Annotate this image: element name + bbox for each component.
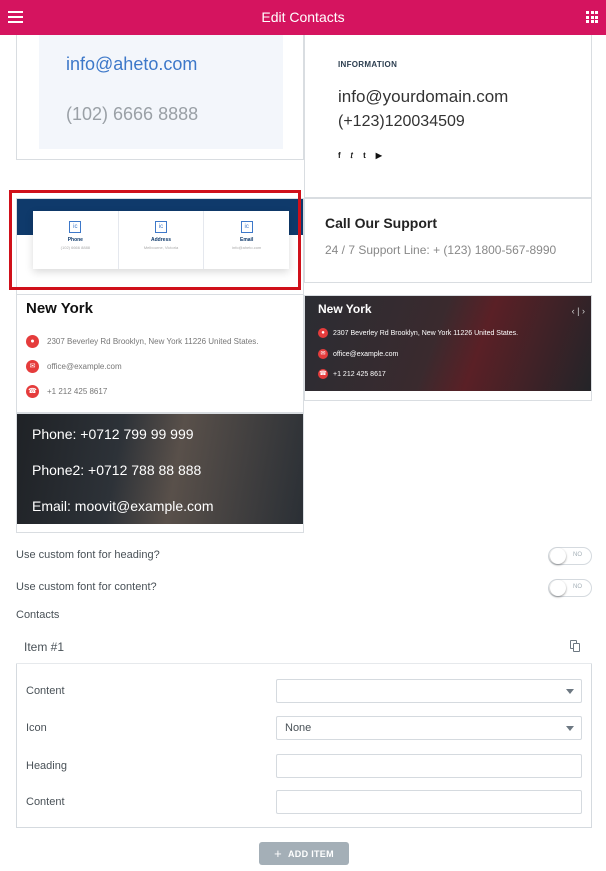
preview-address-row: ● 2307 Beverley Rd Brooklyn, New York 11… <box>26 335 259 348</box>
mail-icon: ✉ <box>318 349 328 359</box>
preview-column-address: ic Address Melbourne, Victoria <box>117 211 204 269</box>
contact-icon: ic <box>69 221 82 233</box>
icon-label: Icon <box>26 722 47 734</box>
content-type-label: Content <box>26 685 65 697</box>
layout-preview-6[interactable]: New York ‹ | › ● 2307 Beverley Rd Brookl… <box>304 295 592 401</box>
content-input[interactable] <box>276 790 582 814</box>
preview-heading: New York <box>26 300 93 317</box>
editor-header: Edit Contacts <box>0 0 606 35</box>
column-sub: (102) 6666 8888 <box>60 245 91 250</box>
preview-phone-row: ☎ +1 212 425 8617 <box>26 385 107 398</box>
layout-preview-5[interactable]: New York ● 2307 Beverley Rd Brooklyn, Ne… <box>16 295 304 413</box>
column-title: Phone <box>67 237 83 243</box>
preview-address: 2307 Beverley Rd Brooklyn, New York 1122… <box>333 329 519 337</box>
column-title: Address <box>151 237 172 243</box>
preview-contact-box: ic Phone (102) 6666 8888 ic Address Melb… <box>33 211 289 269</box>
preview-heading: Call Our Support <box>325 215 437 231</box>
custom-content-font-label: Use custom font for content? <box>16 581 157 593</box>
toggle-state: NO <box>573 552 582 558</box>
contacts-section-label: Contacts <box>16 609 60 621</box>
tumblr-icon: t <box>363 151 366 160</box>
icon-select[interactable]: None <box>276 716 582 740</box>
phone-icon: ☎ <box>26 385 39 398</box>
chevron-down-icon <box>566 726 574 731</box>
content-type-select[interactable] <box>276 679 582 703</box>
twitter-icon: 𝑡 <box>350 151 354 160</box>
preview-phone: Phone: +0712 799 99 999 <box>32 426 194 442</box>
custom-heading-font-toggle[interactable]: NO <box>548 547 592 565</box>
preview-email-row: ✉ office@example.com <box>26 360 122 373</box>
toggle-knob <box>550 548 566 564</box>
add-item-button[interactable]: + ADD ITEM <box>259 842 349 865</box>
column-title: Email <box>240 237 254 243</box>
preview-sub: 24 / 7 Support Line: + (123) 1800-567-89… <box>325 243 557 257</box>
location-icon: ● <box>318 328 328 338</box>
preview-address: 2307 Beverley Rd Brooklyn, New York 1122… <box>47 337 259 346</box>
slider-arrows-icon: ‹ | › <box>571 306 585 316</box>
preview-info-label: INFORMATION <box>338 60 398 69</box>
preview-email: office@example.com <box>333 350 399 358</box>
preview-heading: New York <box>318 302 372 316</box>
preview-email-row: ✉ office@example.com <box>318 349 398 359</box>
contact-icon: ic <box>240 221 253 233</box>
repeater-item-header[interactable]: Item #1 <box>16 630 592 664</box>
preview-email: Email: moovit@example.com <box>32 498 214 514</box>
contact-icon: ic <box>155 221 167 233</box>
layout-preview-7[interactable]: Phone: +0712 799 99 999 Phone2: +0712 78… <box>16 413 304 533</box>
preview-phone: +1 212 425 8617 <box>47 387 108 396</box>
heading-label: Heading <box>26 760 67 772</box>
social-icons: f 𝑡 t ▶ <box>338 151 382 161</box>
column-sub: info@aheto.com <box>232 245 262 250</box>
content-label: Content <box>26 796 65 808</box>
repeater-item-title: Item #1 <box>24 640 65 654</box>
preview-phone: (+123)120034509 <box>338 113 465 130</box>
column-sub: Melbourne, Victoria <box>143 245 179 250</box>
preview-column-email: ic Email info@aheto.com <box>203 211 289 269</box>
widgets-grid-icon[interactable] <box>586 11 598 23</box>
custom-content-font-toggle[interactable]: NO <box>548 579 592 597</box>
layout-preview-4[interactable]: Call Our Support 24 / 7 Support Line: + … <box>304 198 592 283</box>
preview-email: office@example.com <box>47 362 122 371</box>
layout-preview-3[interactable]: ic Phone (102) 6666 8888 ic Address Melb… <box>16 198 304 295</box>
preview-address-row: ● 2307 Beverley Rd Brooklyn, New York 11… <box>318 328 518 338</box>
youtube-icon: ▶ <box>375 151 382 160</box>
chevron-down-icon <box>566 689 574 694</box>
facebook-icon: f <box>338 151 341 160</box>
mail-icon: ✉ <box>26 360 39 373</box>
heading-input[interactable] <box>276 754 582 778</box>
preview-phone: (102) 6666 8888 <box>66 104 199 124</box>
duplicate-icon[interactable] <box>570 640 580 652</box>
preview-email: info@yourdomain.com <box>338 87 509 106</box>
preview-phone-row: ☎ +1 212 425 8617 <box>318 369 386 379</box>
layout-preview-2[interactable]: INFORMATION info@yourdomain.com (+123)12… <box>304 35 592 198</box>
preview-phone: +1 212 425 8617 <box>333 370 386 378</box>
preview-column-phone: ic Phone (102) 6666 8888 <box>33 211 118 269</box>
plus-icon: + <box>274 846 282 861</box>
location-icon: ● <box>26 335 39 348</box>
preview-background <box>39 35 283 149</box>
custom-heading-font-label: Use custom font for heading? <box>16 549 160 561</box>
add-item-label: ADD ITEM <box>288 849 334 859</box>
toggle-state: NO <box>573 584 582 590</box>
toggle-knob <box>550 580 566 596</box>
phone-icon: ☎ <box>318 369 328 379</box>
icon-select-value: None <box>285 722 312 734</box>
panel-title: Edit Contacts <box>261 9 345 25</box>
preview-email: info@aheto.com <box>66 54 198 74</box>
preview-phone2: Phone2: +0712 788 88 888 <box>32 462 202 478</box>
